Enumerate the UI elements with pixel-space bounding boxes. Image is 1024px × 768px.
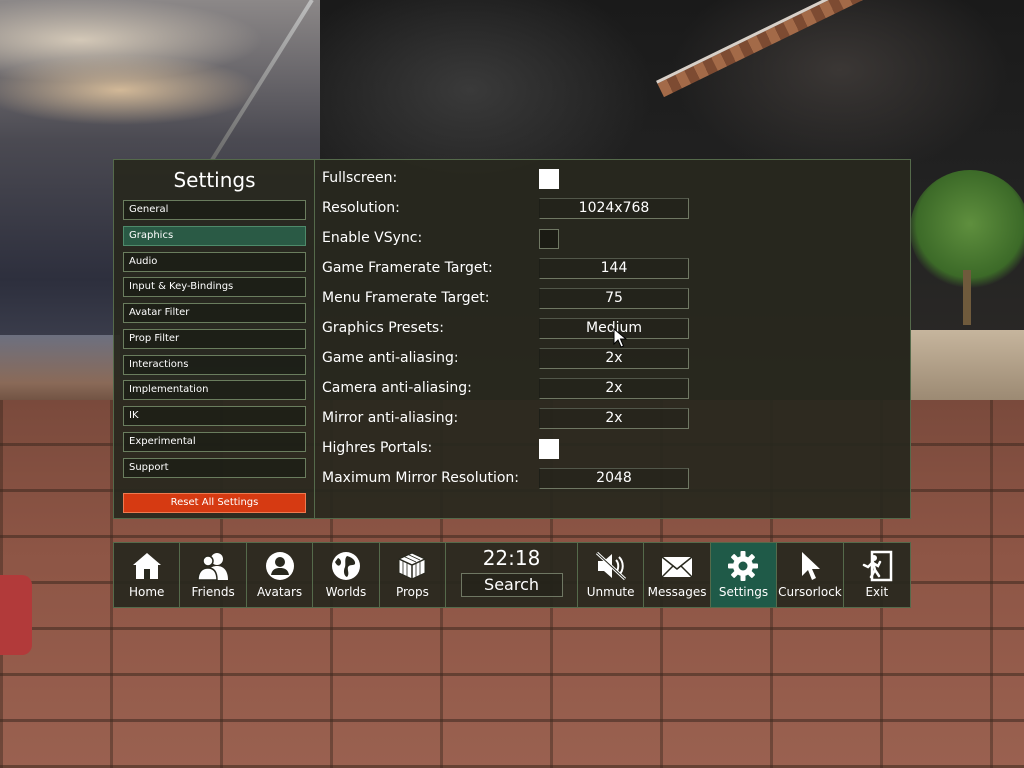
game-anti-aliasing-dropdown[interactable]: 2x <box>539 348 689 369</box>
nav-item-ik[interactable]: IK <box>123 406 306 426</box>
vsync-checkbox[interactable] <box>539 229 559 249</box>
exit-button[interactable]: Exit <box>844 543 910 607</box>
nav-item-experimental[interactable]: Experimental <box>123 431 306 452</box>
setting-row-mirror-resolution: Maximum Mirror Resolution: 2048 <box>322 464 902 494</box>
graphics-presets-label: Graphics Presets: <box>322 320 444 336</box>
setting-row-mirror-anti-aliasing: Mirror anti-aliasing: 2x <box>322 404 902 434</box>
home-icon <box>132 553 161 579</box>
settings-nav: General Graphics Audio Input & Key-Bindi… <box>123 200 306 483</box>
setting-row-graphics-presets: Graphics Presets: Medium <box>322 314 902 344</box>
home-button[interactable]: Home <box>114 543 181 607</box>
menu-framerate-label: Menu Framerate Target: <box>322 290 490 306</box>
friends-button[interactable]: Friends <box>180 543 247 607</box>
setting-row-game-anti-aliasing: Game anti-aliasing: 2x <box>322 344 902 374</box>
setting-row-vsync: Enable VSync: <box>322 224 902 254</box>
nav-item-prop-filter[interactable]: Prop Filter <box>123 328 306 349</box>
nav-item-general[interactable]: General <box>123 200 306 220</box>
exit-label: Exit <box>865 585 889 599</box>
highres-portals-checkbox[interactable] <box>539 439 559 459</box>
cursorlock-label: Cursorlock <box>778 585 842 599</box>
tree-trunk <box>963 270 971 325</box>
cursorlock-button[interactable]: Cursorlock <box>777 543 844 607</box>
messages-button[interactable]: Messages <box>644 543 711 607</box>
red-object <box>0 575 32 655</box>
nav-item-input-key-bindings[interactable]: Input & Key-Bindings <box>123 277 306 298</box>
resolution-label: Resolution: <box>322 200 400 216</box>
props-label: Props <box>395 585 429 599</box>
vsync-label: Enable VSync: <box>322 230 423 246</box>
reset-all-settings-button[interactable]: Reset All Settings <box>123 493 306 513</box>
settings-window: Settings General Graphics Audio Input & … <box>113 159 911 519</box>
highres-portals-label: Highres Portals: <box>322 440 433 456</box>
nav-item-implementation[interactable]: Implementation <box>123 380 306 401</box>
game-framerate-label: Game Framerate Target: <box>322 260 493 276</box>
camera-anti-aliasing-label: Camera anti-aliasing: <box>322 380 472 396</box>
props-button[interactable]: Props <box>380 543 447 607</box>
nav-item-support[interactable]: Support <box>123 457 306 478</box>
fullscreen-label: Fullscreen: <box>322 170 398 186</box>
envelope-icon <box>661 556 693 578</box>
menu-framerate-dropdown[interactable]: 75 <box>539 288 689 309</box>
resolution-dropdown[interactable]: 1024x768 <box>539 198 689 219</box>
friends-icon <box>197 553 229 581</box>
game-anti-aliasing-label: Game anti-aliasing: <box>322 350 459 366</box>
mouse-pointer-icon <box>613 328 627 348</box>
gear-icon <box>728 551 759 581</box>
clock-search-panel: 22:18 Search <box>446 543 578 607</box>
setting-row-resolution: Resolution: 1024x768 <box>322 194 902 224</box>
camera-anti-aliasing-dropdown[interactable]: 2x <box>539 378 689 399</box>
settings-title: Settings <box>173 168 256 192</box>
avatars-button[interactable]: Avatars <box>247 543 314 607</box>
unmute-label: Unmute <box>586 585 635 599</box>
exit-icon <box>862 550 893 582</box>
friends-label: Friends <box>191 585 235 599</box>
graphics-settings-panel: Fullscreen: Resolution: 1024x768 Enable … <box>322 164 902 494</box>
muted-speaker-icon <box>595 551 626 581</box>
setting-row-menu-framerate: Menu Framerate Target: 75 <box>322 284 902 314</box>
quick-menu-dock: Home Friends Avatars Worlds Props 22:18 … <box>113 542 911 608</box>
setting-row-highres-portals: Highres Portals: <box>322 434 902 464</box>
mirror-anti-aliasing-dropdown[interactable]: 2x <box>539 408 689 429</box>
messages-label: Messages <box>647 585 707 599</box>
settings-button[interactable]: Settings <box>710 543 778 607</box>
nav-item-audio[interactable]: Audio <box>123 251 306 272</box>
settings-label: Settings <box>718 585 769 599</box>
worlds-label: Worlds <box>325 585 367 599</box>
mirror-resolution-dropdown[interactable]: 2048 <box>539 468 689 489</box>
mirror-anti-aliasing-label: Mirror anti-aliasing: <box>322 410 459 426</box>
worlds-button[interactable]: Worlds <box>313 543 380 607</box>
mirror-resolution-label: Maximum Mirror Resolution: <box>322 470 519 486</box>
nav-item-avatar-filter[interactable]: Avatar Filter <box>123 303 306 323</box>
home-label: Home <box>128 585 165 599</box>
game-framerate-dropdown[interactable]: 144 <box>539 258 689 279</box>
unmute-button[interactable]: Unmute <box>578 543 645 607</box>
nav-item-interactions[interactable]: Interactions <box>123 354 306 375</box>
wall-right <box>910 330 1024 400</box>
setting-row-fullscreen: Fullscreen: <box>322 164 902 194</box>
search-button[interactable]: Search <box>460 573 563 597</box>
settings-sidebar: Settings General Graphics Audio Input & … <box>114 160 315 518</box>
cursor-icon <box>801 552 820 580</box>
setting-row-camera-anti-aliasing: Camera anti-aliasing: 2x <box>322 374 902 404</box>
avatars-label: Avatars <box>256 585 303 599</box>
cube-icon <box>398 552 426 580</box>
clock: 22:18 <box>482 546 541 570</box>
fullscreen-checkbox[interactable] <box>539 169 559 189</box>
setting-row-game-framerate: Game Framerate Target: 144 <box>322 254 902 284</box>
globe-icon <box>331 552 360 580</box>
avatar-icon <box>265 552 294 580</box>
nav-item-graphics[interactable]: Graphics <box>123 225 306 246</box>
